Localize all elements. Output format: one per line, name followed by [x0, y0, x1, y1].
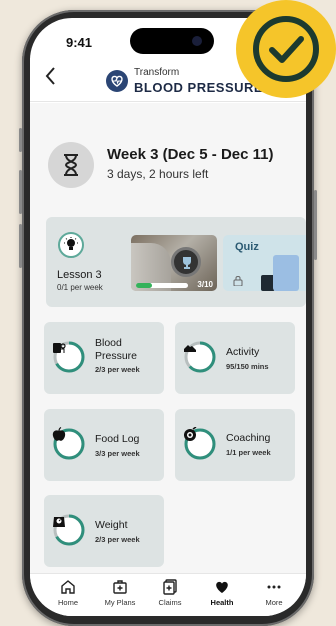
tile-activity[interactable]: Activity 95/150 mins [175, 322, 295, 394]
tab-label: Health [210, 598, 234, 607]
tile-title: Weight [95, 519, 128, 531]
tile-weight[interactable]: Weight 2/3 per week [44, 495, 164, 567]
heart-icon [216, 581, 228, 593]
tab-label: Home [57, 598, 78, 607]
progress-ring [183, 340, 217, 374]
tab-label: Claims [158, 598, 182, 607]
phone-power-button [314, 190, 317, 260]
tile-subtitle: 2/3 per week [95, 365, 140, 374]
tile-subtitle: 2/3 per week [95, 535, 140, 544]
home-icon [61, 580, 75, 594]
check-circle-icon [253, 16, 319, 82]
more-icon [267, 585, 281, 589]
status-time: 9:41 [66, 35, 93, 50]
dynamic-island [130, 28, 214, 54]
trophy-icon [171, 247, 201, 277]
tab-label: More [265, 598, 283, 607]
week-title: Week 3 (Dec 5 - Dec 11) [107, 146, 274, 163]
lesson-title: Lesson 3 [57, 269, 102, 281]
quiz-illustration-light [273, 255, 299, 291]
phone-mute-switch [19, 128, 22, 152]
checkmark-badge [236, 0, 336, 98]
progress-ring [52, 340, 86, 374]
tab-home[interactable]: Home [46, 578, 90, 607]
health-content: Week 3 (Dec 5 - Dec 11) 3 days, 2 hours … [30, 103, 306, 573]
tab-more[interactable]: More [252, 578, 296, 607]
lightbulb-icon [58, 232, 84, 258]
claims-icon [163, 579, 177, 595]
tab-health[interactable]: Health [200, 578, 244, 607]
hourglass-icon [48, 142, 94, 188]
tile-title: Activity [226, 346, 260, 358]
brand-logo-icon [106, 70, 128, 92]
tile-subtitle: 3/3 per week [95, 449, 140, 458]
tab-claims[interactable]: Claims [148, 578, 192, 607]
brand-name-small: Transform [134, 67, 180, 78]
progress-ring [52, 513, 86, 547]
progress-ring [52, 427, 86, 461]
brand-name-large: BLOOD PRESSURE [134, 80, 264, 95]
apple-icon [52, 427, 66, 441]
lesson-video-thumbnail[interactable]: 3/10 [131, 235, 217, 291]
tile-subtitle: 95/150 mins [226, 362, 269, 371]
video-progress-fill [136, 283, 152, 288]
lesson-frequency: 0/1 per week [57, 283, 103, 292]
week-time-left: 3 days, 2 hours left [107, 167, 209, 181]
tile-title: Blood Pressure [95, 337, 138, 362]
coaching-icon [184, 427, 197, 441]
first-aid-icon [113, 580, 127, 594]
tile-title: Coaching [226, 432, 271, 444]
app-screen: 9:41 Transform BLOOD PRESSURE Week 3 (De… [30, 18, 306, 616]
quiz-card[interactable]: Quiz [223, 235, 306, 291]
quiz-label: Quiz [235, 241, 259, 253]
phone-volume-up [19, 170, 22, 214]
chevron-left-icon [45, 67, 55, 85]
bp-cuff-icon [53, 343, 66, 353]
video-progress-bar [136, 283, 188, 288]
bottom-tab-bar: Home My Plans Claims Health More [30, 573, 306, 616]
sneaker-icon [184, 345, 196, 352]
tab-my-plans[interactable]: My Plans [98, 578, 142, 607]
progress-ring [183, 427, 217, 461]
camera-icon [192, 36, 202, 46]
video-count: 3/10 [197, 280, 213, 289]
scale-icon [53, 517, 65, 527]
tile-title: Food Log [95, 433, 140, 445]
back-button[interactable] [44, 66, 56, 92]
tile-blood-pressure[interactable]: Blood Pressure 2/3 per week [44, 322, 164, 394]
tile-subtitle: 1/1 per week [226, 448, 271, 457]
tab-label: My Plans [104, 598, 136, 607]
lesson-card[interactable]: Lesson 3 0/1 per week 3/10 Quiz [46, 217, 306, 307]
lock-icon [233, 275, 243, 289]
tile-coaching[interactable]: Coaching 1/1 per week [175, 409, 295, 481]
phone-volume-down [19, 224, 22, 268]
tile-food-log[interactable]: Food Log 3/3 per week [44, 409, 164, 481]
